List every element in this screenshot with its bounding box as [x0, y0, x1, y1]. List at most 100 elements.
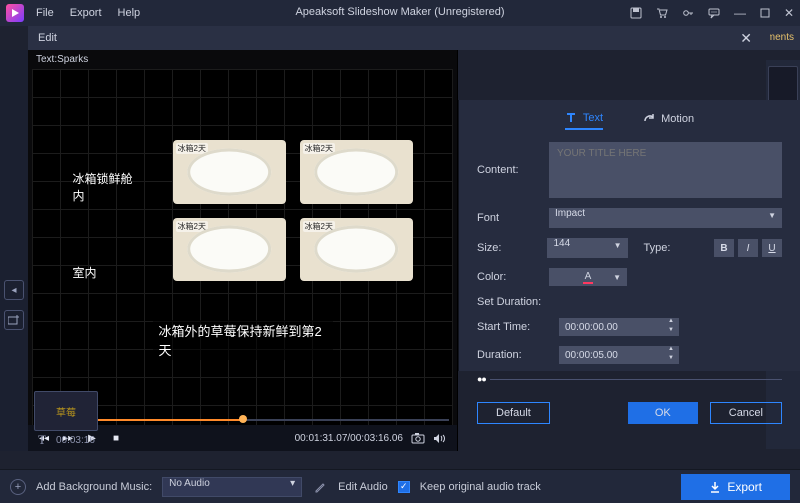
tab-motion[interactable]: Motion: [643, 112, 694, 130]
plate: 冰箱2天: [173, 140, 286, 204]
text-overlay-caption: Text:Sparks: [28, 50, 457, 69]
ok-button[interactable]: OK: [628, 402, 698, 424]
export-button-label: Export: [727, 480, 762, 494]
spin-down-icon[interactable]: ▼: [665, 355, 677, 364]
keep-audio-label: Keep original audio track: [420, 481, 541, 493]
duration-row: Duration: 00:00:05.00 ▲▼: [477, 346, 782, 364]
slider-handle-icon[interactable]: ●●: [477, 374, 486, 384]
plate-tag: 冰箱2天: [303, 221, 335, 232]
timeline-clip[interactable]: 草莓: [34, 391, 98, 431]
cancel-button[interactable]: Cancel: [710, 402, 782, 424]
slide-row-labels: 冰箱锁鲜舱内 室内: [73, 140, 143, 281]
font-select[interactable]: Impact: [549, 208, 782, 228]
font-row: Font Impact: [477, 208, 782, 228]
add-audio-icon[interactable]: +: [10, 479, 26, 495]
start-time-value: 00:00:00.00: [565, 322, 618, 333]
start-time-label: Start Time:: [477, 321, 551, 333]
left-gutter: ◂: [0, 50, 28, 451]
timeline-clips: 草莓: [28, 389, 458, 431]
preview-canvas[interactable]: 冰箱锁鲜舱内 室内 冰箱2天 冰箱2天: [32, 69, 453, 425]
export-button[interactable]: Export: [681, 474, 790, 500]
size-label: Size:: [477, 242, 539, 254]
color-swatch: A: [583, 271, 594, 284]
feedback-icon[interactable]: [708, 7, 720, 19]
panel-buttons: Default OK Cancel: [477, 402, 782, 424]
collapse-panel-icon[interactable]: ◂: [4, 280, 24, 300]
tab-text[interactable]: Text: [565, 112, 603, 130]
spin-up-icon[interactable]: ▲: [665, 318, 677, 327]
logo-icon: [10, 8, 20, 18]
plate-tag: 冰箱2天: [303, 143, 335, 154]
row-label: 室内: [73, 264, 143, 281]
titlebar: File Export Help Apeaksoft Slideshow Mak…: [0, 0, 800, 26]
minimize-button[interactable]: —: [734, 6, 746, 20]
underline-button[interactable]: U: [762, 239, 782, 257]
slide-subtitle: 冰箱外的草莓保持新鲜到第2天: [153, 320, 333, 360]
start-time-field[interactable]: 00:00:00.00 ▲▼: [559, 318, 679, 336]
close-button[interactable]: ✕: [784, 6, 794, 20]
size-row: Size: 144 Type: B I U: [477, 238, 782, 258]
app-logo: [6, 4, 24, 22]
add-media-icon[interactable]: [4, 310, 24, 330]
add-bg-music-label: Add Background Music:: [36, 481, 152, 493]
tab-text-label: Text: [583, 112, 603, 124]
save-icon[interactable]: [630, 7, 642, 19]
color-label: Color:: [477, 271, 541, 283]
edit-audio-icon[interactable]: [312, 479, 328, 495]
type-label: Type:: [644, 242, 706, 254]
export-icon: [709, 481, 721, 493]
cart-icon[interactable]: [656, 7, 668, 19]
row-label: 冰箱锁鲜舱内: [73, 170, 143, 204]
text-icon: [565, 112, 577, 124]
menu-help[interactable]: Help: [118, 7, 141, 19]
spin-up-icon[interactable]: ▲: [665, 346, 677, 355]
font-label: Font: [477, 212, 541, 224]
duration-label: Duration:: [477, 349, 551, 361]
plates-grid: 冰箱2天 冰箱2天 冰箱2天: [173, 140, 413, 281]
plate: 冰箱2天: [300, 140, 413, 204]
main-menu: File Export Help: [36, 7, 140, 19]
size-select[interactable]: 144: [547, 238, 627, 258]
plate-tag: 冰箱2天: [176, 221, 208, 232]
plate-tag: 冰箱2天: [176, 143, 208, 154]
content-row: Content:: [477, 142, 782, 198]
duration-value: 00:00:05.00: [565, 350, 618, 361]
audio-select[interactable]: No Audio: [162, 477, 302, 497]
menu-export[interactable]: Export: [70, 7, 102, 19]
edit-close-icon[interactable]: ✕: [740, 30, 752, 47]
start-time-row: Start Time: 00:00:00.00 ▲▼: [477, 318, 782, 336]
color-picker[interactable]: A: [549, 268, 627, 286]
plate: 冰箱2天: [300, 218, 413, 282]
tab-motion-label: Motion: [661, 113, 694, 125]
edit-subbar: Edit ✕: [28, 26, 770, 50]
motion-icon: [643, 113, 655, 125]
color-row: Color: A: [477, 268, 782, 286]
panel-tabs: Text Motion: [477, 112, 782, 130]
slide-content: 冰箱锁鲜舱内 室内 冰箱2天 冰箱2天: [63, 122, 423, 372]
edit-audio-label[interactable]: Edit Audio: [338, 481, 388, 493]
timeline-meta: T 00:03:16: [28, 431, 458, 449]
text-track-duration: 00:03:16: [56, 435, 95, 446]
timeline-strip: 草莓 T 00:03:16: [28, 389, 458, 449]
type-style-buttons: B I U: [714, 239, 782, 257]
edit-title: Edit: [38, 32, 57, 44]
keep-audio-checkbox[interactable]: ✓: [398, 481, 410, 493]
content-textarea[interactable]: [549, 142, 782, 198]
spin-down-icon[interactable]: ▼: [665, 327, 677, 336]
app-title: Apeaksoft Slideshow Maker (Unregistered): [295, 6, 504, 18]
set-duration-heading: Set Duration:: [477, 296, 782, 308]
text-settings-panel: Text Motion Content: Font Impact Size: 1…: [458, 100, 800, 371]
default-button[interactable]: Default: [477, 402, 550, 424]
text-track-icon[interactable]: T: [38, 432, 46, 448]
menu-file[interactable]: File: [36, 7, 54, 19]
duration-field[interactable]: 00:00:05.00 ▲▼: [559, 346, 679, 364]
maximize-button[interactable]: [760, 8, 770, 18]
italic-button[interactable]: I: [738, 239, 758, 257]
bold-button[interactable]: B: [714, 239, 734, 257]
content-label: Content:: [477, 164, 541, 176]
key-icon[interactable]: [682, 7, 694, 19]
duration-slider[interactable]: ●●: [477, 374, 782, 384]
window-buttons: — ✕: [630, 6, 794, 20]
bottom-bar: + Add Background Music: No Audio Edit Au…: [0, 469, 800, 503]
plate: 冰箱2天: [173, 218, 286, 282]
